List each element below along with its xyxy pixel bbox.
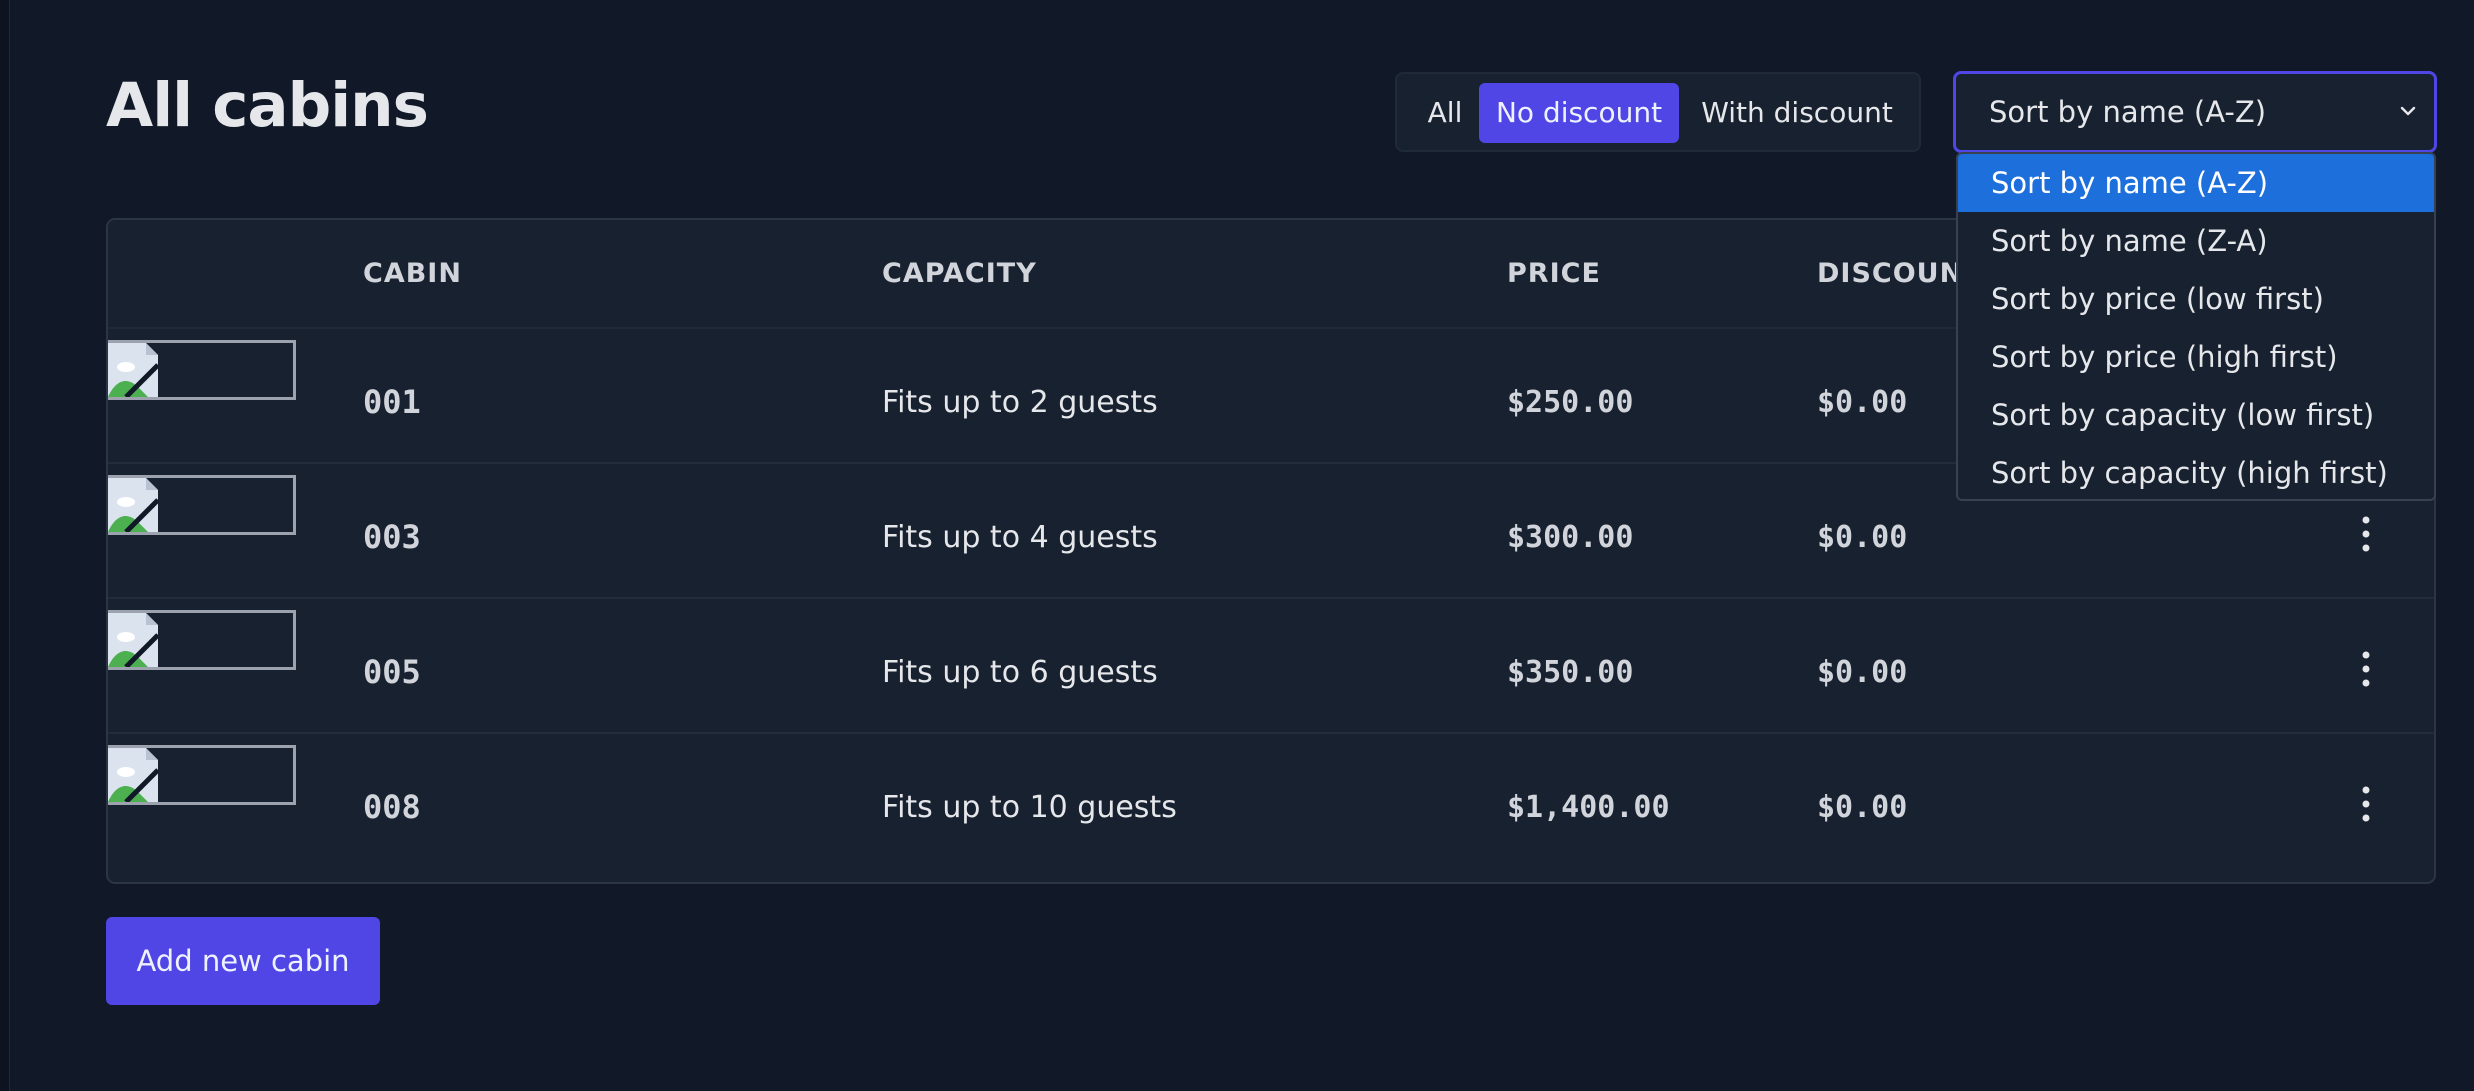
- sort-option-capacity-desc[interactable]: Sort by capacity (high first): [1958, 444, 2434, 499]
- cabin-image: [108, 745, 296, 805]
- sort-option-name-asc[interactable]: Sort by name (A-Z): [1958, 154, 2434, 212]
- cabin-discount: $0.00: [1817, 520, 1908, 555]
- sort-option-price-asc[interactable]: Sort by price (low first): [1958, 270, 2434, 328]
- cabin-name: 008: [363, 788, 421, 826]
- cabin-capacity: Fits up to 2 guests: [882, 385, 1158, 420]
- broken-image-icon: [108, 613, 158, 667]
- cabin-capacity: Fits up to 4 guests: [882, 520, 1158, 555]
- filter-no-discount-button[interactable]: No discount: [1479, 83, 1679, 143]
- sort-option-price-desc[interactable]: Sort by price (high first): [1958, 328, 2434, 386]
- cabin-image: [108, 340, 296, 400]
- broken-image-icon: [108, 478, 158, 532]
- broken-image-icon: [108, 343, 158, 397]
- cabin-price: $350.00: [1507, 655, 1634, 690]
- cabin-discount: $0.00: [1817, 385, 1908, 420]
- filter-all-button[interactable]: All: [1416, 83, 1474, 143]
- sort-select-value: Sort by name (A-Z): [1989, 95, 2267, 129]
- sort-dropdown-list: Sort by name (A-Z) Sort by name (Z-A) So…: [1956, 152, 2436, 501]
- column-header-price: PRICE: [1507, 258, 1601, 289]
- table-row: 005 Fits up to 6 guests $350.00 $0.00: [108, 599, 2434, 734]
- sort-select[interactable]: Sort by name (A-Z): [1953, 71, 2437, 153]
- cabin-price: $1,400.00: [1507, 790, 1670, 825]
- cabin-discount: $0.00: [1817, 655, 1908, 690]
- sort-option-name-desc[interactable]: Sort by name (Z-A): [1958, 212, 2434, 270]
- cabin-price: $300.00: [1507, 520, 1634, 555]
- more-vertical-icon[interactable]: [2346, 784, 2386, 824]
- cabin-image: [108, 610, 296, 670]
- add-new-cabin-button[interactable]: Add new cabin: [106, 917, 380, 1005]
- cabin-image: [108, 475, 296, 535]
- cabin-name: 003: [363, 518, 421, 556]
- cabin-name: 005: [363, 653, 421, 691]
- cabin-capacity: Fits up to 10 guests: [882, 790, 1177, 825]
- chevron-down-icon: [2400, 106, 2416, 116]
- column-header-cabin: CABIN: [363, 258, 462, 289]
- sort-option-capacity-asc[interactable]: Sort by capacity (low first): [1958, 386, 2434, 444]
- table-row: 008 Fits up to 10 guests $1,400.00 $0.00: [108, 734, 2434, 869]
- page-title: All cabins: [106, 70, 429, 141]
- app-sidebar-edge: [0, 0, 10, 1091]
- cabin-capacity: Fits up to 6 guests: [882, 655, 1158, 690]
- cabin-price: $250.00: [1507, 385, 1634, 420]
- broken-image-icon: [108, 748, 158, 802]
- discount-filter: All No discount With discount: [1395, 72, 1921, 152]
- more-vertical-icon[interactable]: [2346, 514, 2386, 554]
- cabin-name: 001: [363, 383, 421, 421]
- cabin-discount: $0.00: [1817, 790, 1908, 825]
- column-header-capacity: CAPACITY: [882, 258, 1037, 289]
- more-vertical-icon[interactable]: [2346, 649, 2386, 689]
- filter-with-discount-button[interactable]: With discount: [1687, 83, 1907, 143]
